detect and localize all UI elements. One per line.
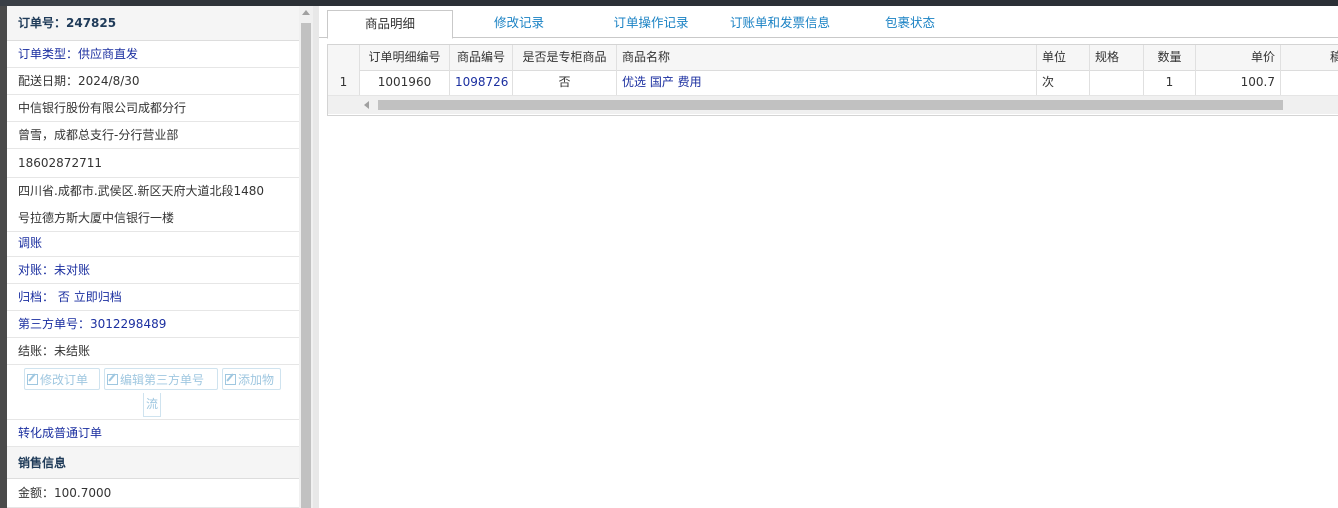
- scrollbar-thumb[interactable]: [378, 100, 1283, 110]
- spec-cell: [1090, 70, 1144, 95]
- detail-panel: 商品明细 修改记录 订单操作记录 订账单和发票信息 包裹状态 订单明细编号 商品…: [319, 6, 1338, 508]
- archive-value: 否: [57, 290, 70, 304]
- tab-package-status[interactable]: 包裹状态: [871, 10, 949, 37]
- order-type: 订单类型：供应商直发: [7, 41, 299, 68]
- tab-bar: 商品明细 修改记录 订单操作记录 订账单和发票信息 包裹状态: [319, 6, 1338, 39]
- add-logistics-button-wrap[interactable]: 流: [143, 393, 161, 417]
- action-buttons: 修改订单 编辑第三方单号 添加物 流: [7, 366, 299, 420]
- order-number-header: 订单号：247825: [7, 6, 299, 41]
- row-number: 1: [328, 70, 360, 95]
- column-header[interactable]: 稿: [1281, 45, 1338, 70]
- address-line-2: 号拉德方斯大厦中信银行一楼: [18, 211, 175, 225]
- add-logistics-label: 添加物: [238, 373, 275, 387]
- convert-to-normal-link[interactable]: 转化成普通订单: [7, 419, 299, 447]
- edit-order-label: 修改订单: [40, 373, 89, 387]
- product-name-link[interactable]: 优选 国产 费用: [617, 70, 1037, 95]
- company-name: 中信银行股份有限公司成都分行: [7, 95, 299, 122]
- contact-person: 曾雪，成都总支行-分行营业部: [7, 122, 299, 149]
- address-line-1: 四川省.成都市.武侯区.新区天府大道北段1480: [18, 184, 264, 198]
- grid-header-row: 订单明细编号 商品编号 是否是专柜商品 商品名称 单位 规格 数量 单价 稿: [328, 45, 1338, 71]
- detail-id-cell: 1001960: [360, 70, 450, 95]
- amount: 金额：100.7000: [7, 479, 299, 508]
- tab-billing-invoice[interactable]: 订账单和发票信息: [719, 10, 841, 37]
- scroll-up-icon[interactable]: [302, 10, 310, 15]
- edit-icon: [225, 374, 236, 385]
- scrollbar-thumb[interactable]: [301, 23, 311, 508]
- extra-cell: [1281, 70, 1338, 95]
- counter-product-cell: 否: [513, 70, 617, 95]
- settlement-status: 结账：未结账: [7, 338, 299, 365]
- add-logistics-button[interactable]: 添加物: [222, 368, 281, 390]
- left-panel-scrollbar[interactable]: [299, 6, 313, 508]
- edit-third-party-label: 编辑第三方单号: [120, 373, 205, 387]
- sales-info-header: 销售信息: [7, 447, 299, 479]
- archive-label: 归档：: [18, 290, 55, 304]
- table-row[interactable]: 1 1001960 1098726 否 优选 国产 费用 次 1 100.7: [328, 70, 1338, 96]
- edit-order-button[interactable]: 修改订单: [24, 368, 100, 390]
- column-header[interactable]: 订单明细编号: [360, 45, 450, 70]
- edit-icon: [27, 374, 38, 385]
- scroll-left-icon[interactable]: [364, 101, 369, 109]
- edit-third-party-button[interactable]: 编辑第三方单号: [104, 368, 218, 390]
- reconcile-status: 对账：未对账: [7, 257, 299, 284]
- third-party-number: 第三方单号：3012298489: [7, 311, 299, 338]
- column-header[interactable]: 规格: [1090, 45, 1144, 70]
- column-header[interactable]: 商品名称: [617, 45, 1037, 70]
- tab-modification-log[interactable]: 修改记录: [469, 10, 569, 37]
- archive-now-link[interactable]: 立即归档: [74, 290, 122, 304]
- tab-operation-log[interactable]: 订单操作记录: [599, 10, 703, 37]
- column-header[interactable]: 是否是专柜商品: [513, 45, 617, 70]
- delivery-date: 配送日期：2024/8/30: [7, 68, 299, 95]
- unit-price-cell: 100.7: [1196, 70, 1281, 95]
- archive-row: 归档： 否 立即归档: [7, 284, 299, 311]
- adjust-account-link[interactable]: 调账: [7, 230, 299, 257]
- grid-horizontal-scrollbar[interactable]: [328, 96, 1338, 114]
- column-header[interactable]: 商品编号: [450, 45, 513, 70]
- order-info-panel: 订单号：247825 订单类型：供应商直发 配送日期：2024/8/30 中信银…: [7, 6, 299, 508]
- column-header[interactable]: 数量: [1144, 45, 1196, 70]
- product-grid: 订单明细编号 商品编号 是否是专柜商品 商品名称 单位 规格 数量 单价 稿 1…: [327, 44, 1338, 116]
- quantity-cell: 1: [1144, 70, 1196, 95]
- column-header[interactable]: 单位: [1037, 45, 1090, 70]
- column-header[interactable]: 单价: [1196, 45, 1281, 70]
- edit-icon: [107, 374, 118, 385]
- unit-cell: 次: [1037, 70, 1090, 95]
- delivery-address: 四川省.成都市.武侯区.新区天府大道北段1480 号拉德方斯大厦中信银行一楼: [7, 178, 299, 232]
- phone-number: 18602872711: [7, 149, 299, 178]
- product-id-link[interactable]: 1098726: [450, 70, 513, 95]
- column-header: [328, 45, 360, 70]
- tab-product-details[interactable]: 商品明细: [327, 10, 453, 39]
